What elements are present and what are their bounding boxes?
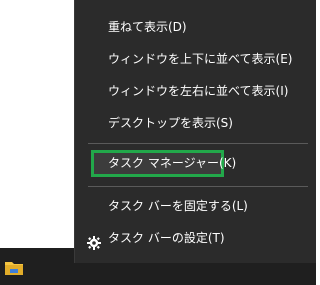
menu-item-side-by-side[interactable]: ウィンドウを左右に並べて表示(I) bbox=[75, 76, 317, 106]
menu-separator bbox=[88, 186, 308, 187]
taskbar-context-menu: 重ねて表示(D) ウィンドウを上下に並べて表示(E) ウィンドウを左右に並べて表… bbox=[74, 0, 316, 263]
menu-item-label: タスク マネージャー(K) bbox=[108, 156, 237, 170]
desktop: 重ねて表示(D) ウィンドウを上下に並べて表示(E) ウィンドウを左右に並べて表… bbox=[0, 0, 316, 285]
file-explorer-icon[interactable] bbox=[4, 258, 24, 276]
menu-item-lock-taskbar[interactable]: タスク バーを固定する(L) bbox=[75, 191, 317, 221]
desktop-area bbox=[0, 0, 75, 248]
menu-item-stack[interactable]: ウィンドウを上下に並べて表示(E) bbox=[75, 44, 317, 74]
menu-item-label: ウィンドウを左右に並べて表示(I) bbox=[108, 84, 289, 98]
menu-item-label: タスク バーを固定する(L) bbox=[108, 199, 248, 213]
menu-item-label: タスク バーの設定(T) bbox=[108, 231, 225, 245]
menu-item-cascade[interactable]: 重ねて表示(D) bbox=[75, 12, 317, 42]
menu-item-taskbar-settings[interactable]: タスク バーの設定(T) bbox=[75, 223, 317, 253]
gear-icon bbox=[87, 231, 101, 250]
menu-item-label: デスクトップを表示(S) bbox=[108, 116, 233, 130]
menu-item-label: 重ねて表示(D) bbox=[108, 20, 187, 34]
menu-item-task-manager[interactable]: タスク マネージャー(K) bbox=[75, 148, 317, 178]
menu-separator bbox=[88, 143, 308, 144]
menu-item-show-desktop[interactable]: デスクトップを表示(S) bbox=[75, 108, 317, 138]
menu-item-label: ウィンドウを上下に並べて表示(E) bbox=[108, 52, 293, 66]
